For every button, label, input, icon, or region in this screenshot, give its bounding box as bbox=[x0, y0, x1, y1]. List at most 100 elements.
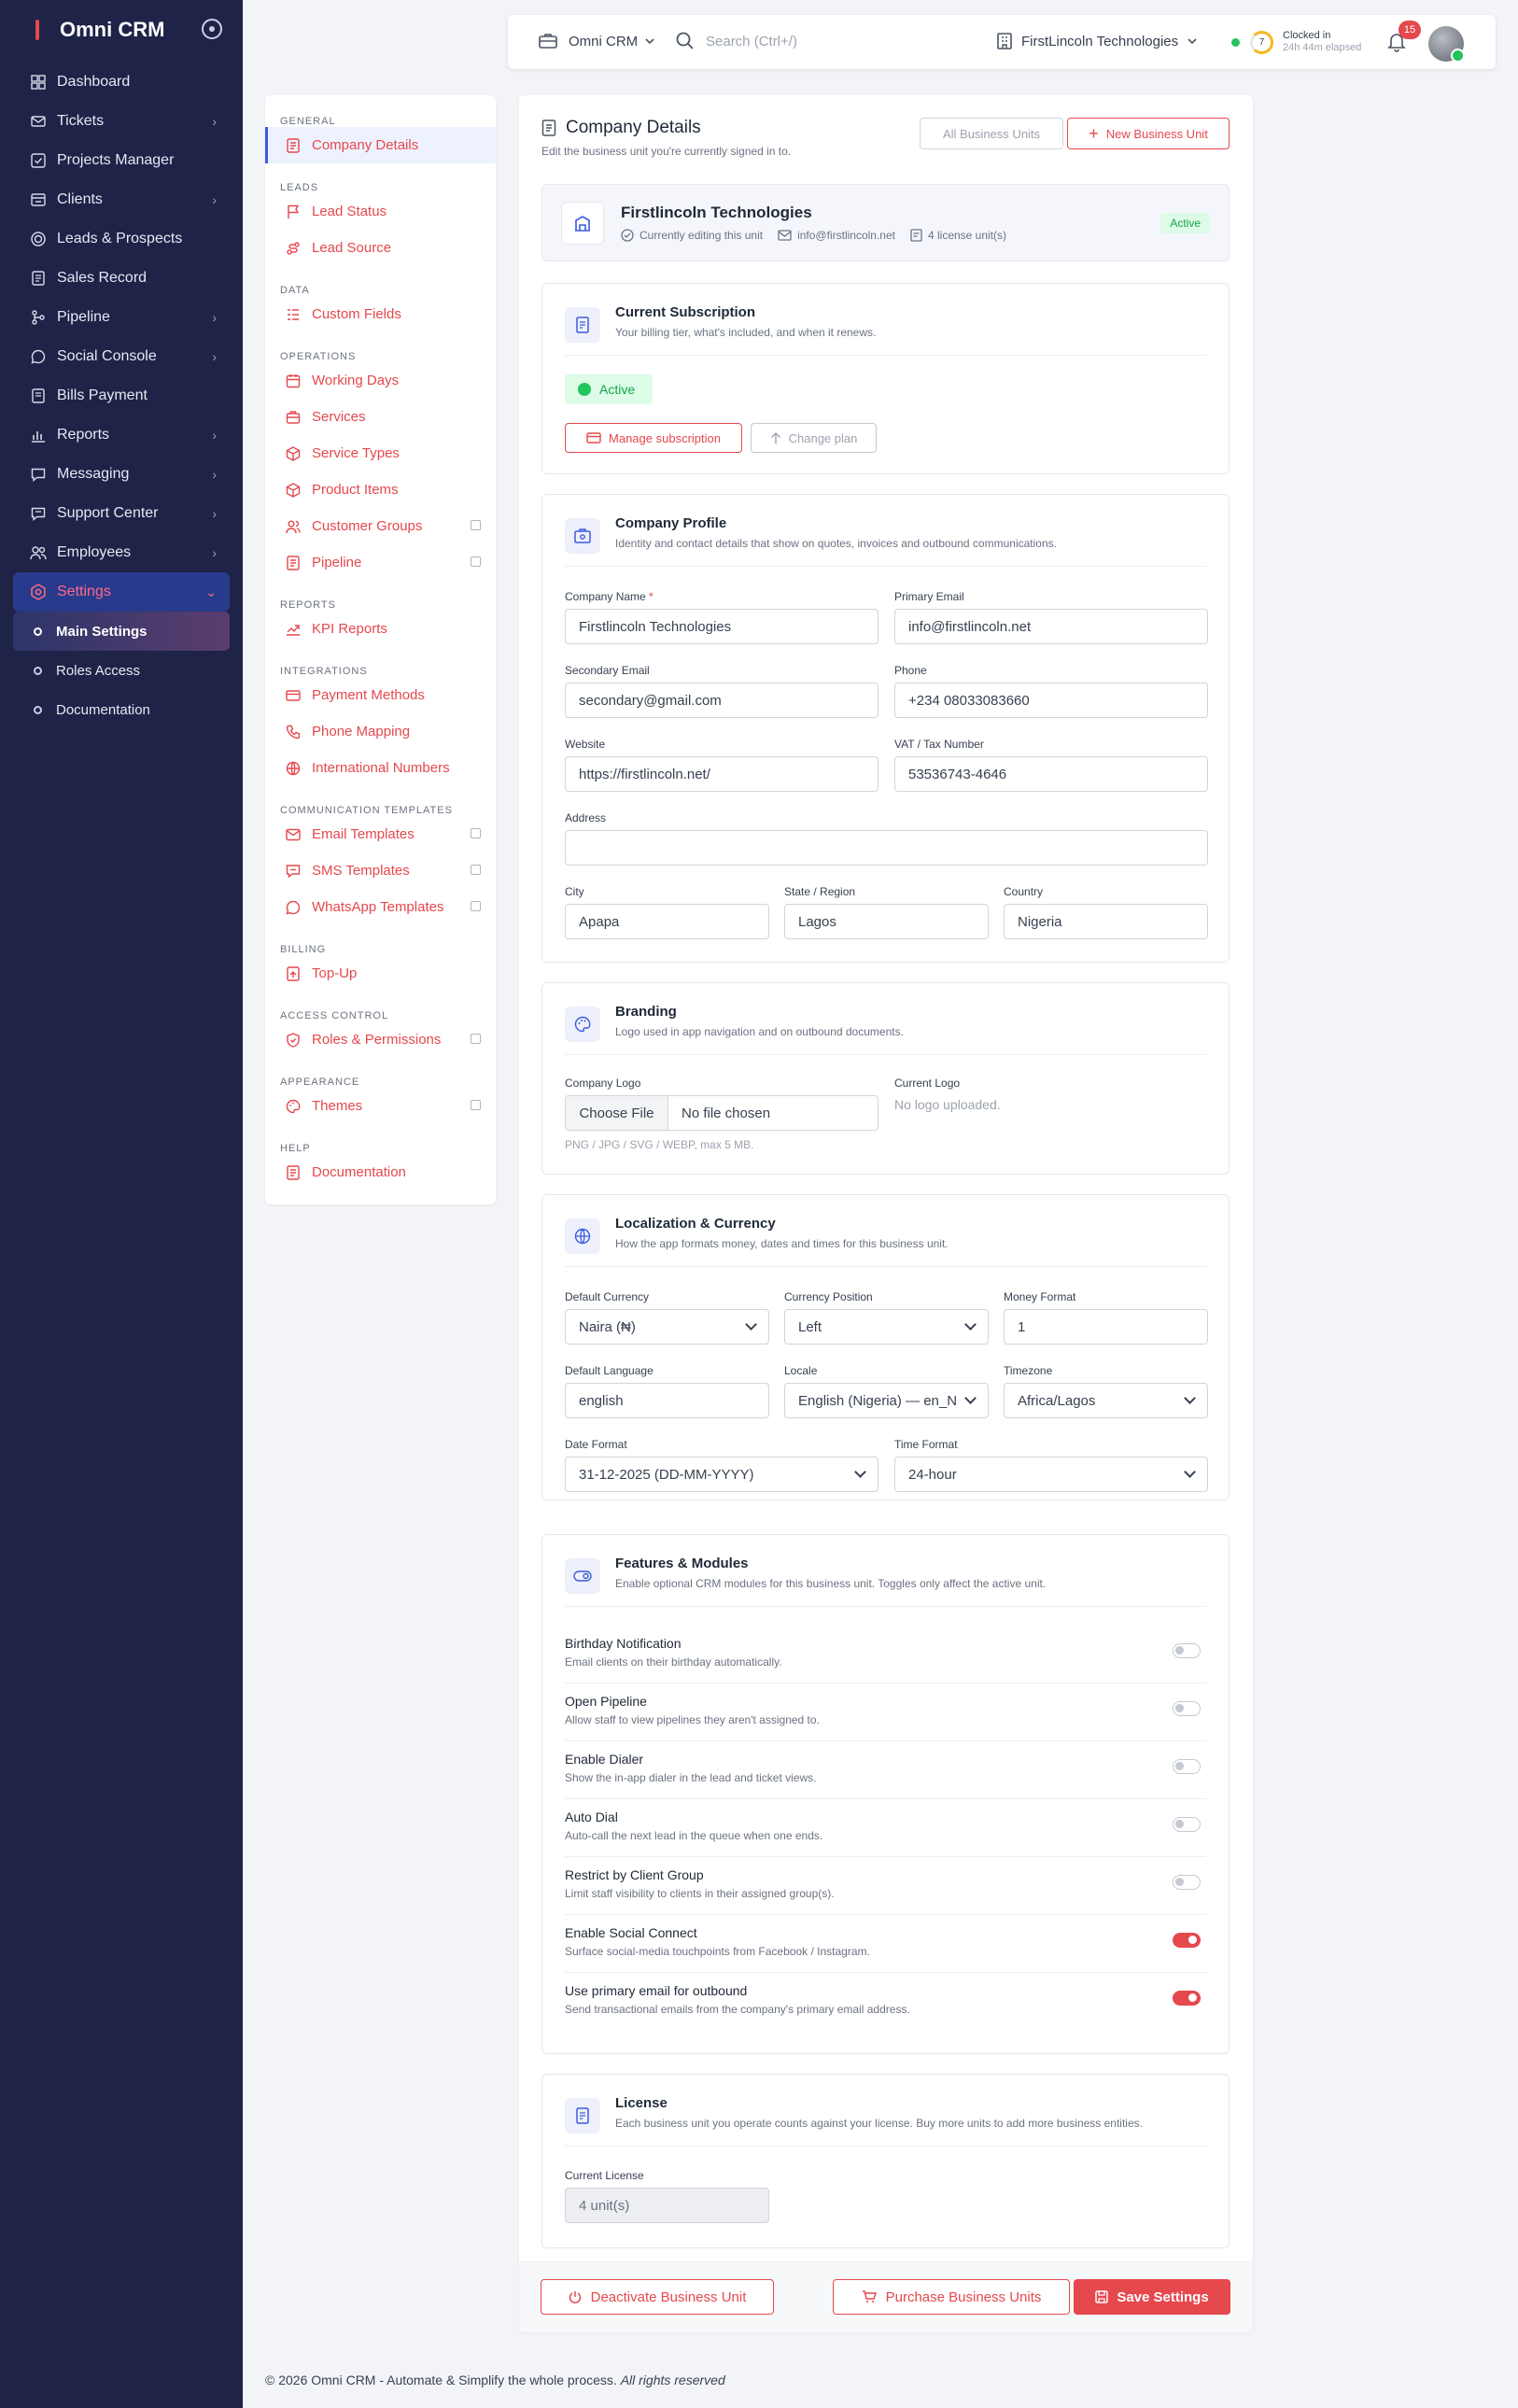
briefcase-icon bbox=[286, 410, 301, 425]
sidebar-item-tickets[interactable]: Tickets › bbox=[13, 102, 230, 141]
settings-nav-item-international-numbers[interactable]: International Numbers bbox=[265, 750, 496, 786]
palette-icon bbox=[565, 1007, 600, 1042]
all-business-units-button[interactable]: All Business Units bbox=[920, 118, 1063, 149]
sidebar-subitem-main-settings[interactable]: Main Settings bbox=[13, 612, 230, 651]
sidebar-subitem-documentation[interactable]: Documentation bbox=[13, 690, 230, 729]
sidebar-item-label: Reports bbox=[57, 427, 110, 443]
purchase-business-units-button[interactable]: Purchase Business Units bbox=[833, 2279, 1070, 2315]
new-business-unit-button[interactable]: + New Business Unit bbox=[1067, 118, 1230, 149]
sidebar-item-bills-payment[interactable]: Bills Payment bbox=[13, 376, 230, 415]
country-input[interactable]: Nigeria bbox=[1004, 904, 1208, 939]
settings-nav-item-lead-source[interactable]: Lead Source bbox=[265, 230, 496, 266]
locale-select[interactable]: English (Nigeria) — en_N bbox=[784, 1383, 989, 1418]
logo-hint: PNG / JPG / SVG / WEBP, max 5 MB. bbox=[565, 1138, 754, 1151]
date-format-select[interactable]: 31-12-2025 (DD-MM-YYYY) bbox=[565, 1457, 878, 1492]
sidebar-item-sales-record[interactable]: Sales Record bbox=[13, 259, 230, 298]
primary-email-input[interactable]: info@firstlincoln.net bbox=[894, 609, 1208, 644]
settings-nav-section: BILLING bbox=[280, 944, 327, 955]
feature-toggle[interactable] bbox=[1173, 1643, 1201, 1658]
vat-input[interactable]: 53536743-4646 bbox=[894, 756, 1208, 792]
sidebar-item-dashboard[interactable]: Dashboard bbox=[13, 63, 230, 102]
chevron-down-icon bbox=[745, 1318, 757, 1331]
money-format-input[interactable]: 1 bbox=[1004, 1309, 1208, 1345]
settings-nav-label: Themes bbox=[312, 1098, 363, 1114]
sidebar-item-leads-prospects[interactable]: Leads & Prospects bbox=[13, 219, 230, 259]
app-switcher[interactable]: Omni CRM bbox=[539, 33, 654, 49]
settings-nav-item-company-details[interactable]: Company Details bbox=[265, 127, 496, 163]
settings-nav-item-customer-groups[interactable]: Customer Groups bbox=[265, 508, 496, 544]
user-avatar[interactable] bbox=[1428, 26, 1465, 63]
timezone-select[interactable]: Africa/Lagos bbox=[1004, 1383, 1208, 1418]
language-input[interactable]: english bbox=[565, 1383, 769, 1418]
settings-nav-item-custom-fields[interactable]: Custom Fields bbox=[265, 296, 496, 332]
settings-nav-item-top-up[interactable]: Top-Up bbox=[265, 955, 496, 992]
settings-nav-item-whatsapp-templates[interactable]: WhatsApp Templates bbox=[265, 889, 496, 925]
chevron-down-icon bbox=[1184, 1392, 1196, 1404]
save-settings-button[interactable]: Save Settings bbox=[1074, 2279, 1230, 2315]
sidebar-item-label: Dashboard bbox=[57, 74, 131, 90]
settings-nav-item-documentation[interactable]: Documentation bbox=[265, 1154, 496, 1190]
brand-title: Omni CRM bbox=[60, 18, 165, 41]
chevron-right-icon: › bbox=[212, 349, 217, 364]
feature-toggle[interactable] bbox=[1173, 1701, 1201, 1716]
feature-toggle[interactable] bbox=[1173, 1875, 1201, 1890]
settings-nav-item-kpi-reports[interactable]: KPI Reports bbox=[265, 611, 496, 647]
phone-input[interactable]: +234 08033083660 bbox=[894, 683, 1208, 718]
settings-nav-item-phone-mapping[interactable]: Phone Mapping bbox=[265, 713, 496, 750]
company-name-input[interactable]: Firstlincoln Technologies bbox=[565, 609, 878, 644]
feature-toggle[interactable] bbox=[1173, 1817, 1201, 1832]
feature-toggle[interactable] bbox=[1173, 1933, 1201, 1948]
website-input[interactable]: https://firstlincoln.net/ bbox=[565, 756, 878, 792]
sidebar-item-messaging[interactable]: Messaging › bbox=[13, 455, 230, 494]
sidebar-item-pipeline[interactable]: Pipeline › bbox=[13, 298, 230, 337]
sidebar-item-employees[interactable]: Employees › bbox=[13, 533, 230, 572]
address-input[interactable] bbox=[565, 830, 1208, 866]
sidebar-item-reports[interactable]: Reports › bbox=[13, 415, 230, 455]
sidebar-collapse-icon[interactable] bbox=[202, 19, 222, 39]
settings-nav-item-payment-methods[interactable]: Payment Methods bbox=[265, 677, 496, 713]
settings-nav-item-service-types[interactable]: Service Types bbox=[265, 435, 496, 472]
feature-toggle[interactable] bbox=[1173, 1759, 1201, 1774]
settings-nav-item-themes[interactable]: Themes bbox=[265, 1088, 496, 1124]
sidebar-subitem-label: Roles Access bbox=[56, 662, 141, 679]
sidebar-item-projects-manager[interactable]: Projects Manager bbox=[13, 141, 230, 180]
deactivate-business-unit-button[interactable]: Deactivate Business Unit bbox=[541, 2279, 774, 2315]
settings-nav-item-email-templates[interactable]: Email Templates bbox=[265, 816, 496, 852]
state-input[interactable]: Lagos bbox=[784, 904, 989, 939]
sidebar-item-clients[interactable]: Clients › bbox=[13, 180, 230, 219]
trend-icon bbox=[286, 622, 301, 637]
global-search[interactable]: Search (Ctrl+/) bbox=[676, 32, 797, 50]
feature-description: Surface social-media touchpoints from Fa… bbox=[565, 1945, 870, 1958]
settings-nav-item-roles-permissions[interactable]: Roles & Permissions bbox=[265, 1021, 496, 1058]
company-switcher[interactable]: FirstLincoln Technologies bbox=[997, 33, 1197, 49]
feature-toggle[interactable] bbox=[1173, 1991, 1201, 2006]
currency-select[interactable]: Naira (₦) bbox=[565, 1309, 769, 1345]
document-icon bbox=[286, 1164, 301, 1180]
secondary-email-input[interactable]: secondary@gmail.com bbox=[565, 683, 878, 718]
settings-nav-item-lead-status[interactable]: Lead Status bbox=[265, 193, 496, 230]
settings-nav-item-product-items[interactable]: Product Items bbox=[265, 472, 496, 508]
feature-description: Show the in-app dialer in the lead and t… bbox=[565, 1771, 817, 1784]
company-logo-file-input[interactable]: Choose File No file chosen bbox=[565, 1095, 878, 1131]
settings-nav-item-services[interactable]: Services bbox=[265, 399, 496, 435]
sidebar-item-support-center[interactable]: Support Center › bbox=[13, 494, 230, 533]
sidebar-item-social-console[interactable]: Social Console › bbox=[13, 337, 230, 376]
sidebar-item-settings[interactable]: Settings ⌄ bbox=[13, 572, 230, 612]
flag-icon bbox=[286, 204, 301, 219]
timezone-label: Timezone bbox=[1004, 1364, 1053, 1377]
brand[interactable]: Omni CRM bbox=[35, 18, 164, 42]
city-input[interactable]: Apapa bbox=[565, 904, 769, 939]
settings-nav-item-pipeline[interactable]: Pipeline bbox=[265, 544, 496, 581]
manage-subscription-button[interactable]: Manage subscription bbox=[565, 423, 742, 453]
currency-position-select[interactable]: Left bbox=[784, 1309, 989, 1345]
clock-status[interactable]: 7 Clocked in 24h 44m elapsed bbox=[1231, 30, 1361, 54]
settings-nav-item-sms-templates[interactable]: SMS Templates bbox=[265, 852, 496, 889]
sidebar-item-label: Leads & Prospects bbox=[57, 231, 183, 246]
time-format-select[interactable]: 24-hour bbox=[894, 1457, 1208, 1492]
settings-nav-item-working-days[interactable]: Working Days bbox=[265, 362, 496, 399]
choose-file-button[interactable]: Choose File bbox=[566, 1096, 668, 1130]
change-plan-button[interactable]: Change plan bbox=[751, 423, 877, 453]
status-badge: Active bbox=[1160, 213, 1210, 233]
settings-nav-label: Lead Status bbox=[312, 204, 387, 219]
sidebar-subitem-roles-access[interactable]: Roles Access bbox=[13, 651, 230, 690]
